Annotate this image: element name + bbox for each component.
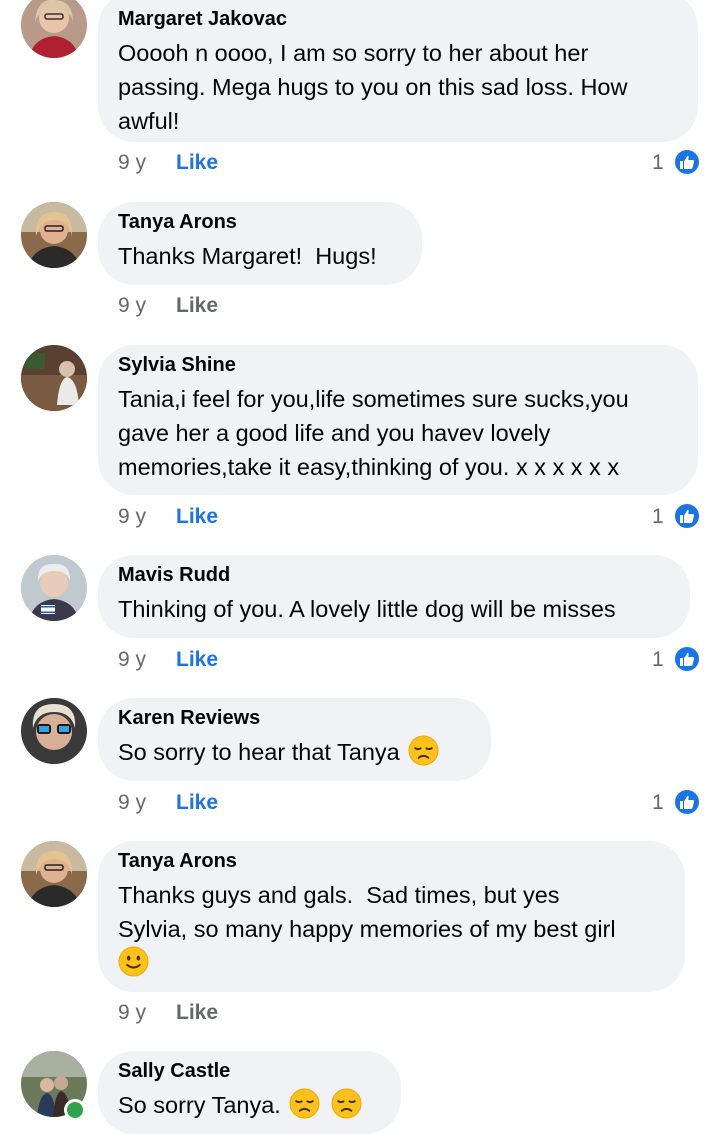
avatar[interactable] [21,0,87,58]
online-status-dot [64,1099,86,1121]
comment-text: So sorry Tanya. [118,1088,379,1122]
disappointed-face-icon [331,1088,362,1119]
comment-author[interactable]: Sylvia Shine [118,354,676,376]
reaction-count[interactable]: 1 [652,648,664,672]
avatar[interactable] [21,698,87,764]
reaction-count[interactable]: 1 [652,791,664,815]
reaction-count[interactable]: 1 [652,505,664,529]
comment-author[interactable]: Mavis Rudd [118,564,668,586]
thumbs-up-icon[interactable] [673,148,701,176]
comment-meta: 9 y Like [118,505,218,529]
comment-meta: 9 y Like [118,1001,218,1025]
comment-text: Thinking of you. A lovely little dog wil… [118,596,616,622]
comment-age[interactable]: 9 y [118,294,176,318]
comment-author[interactable]: Margaret Jakovac [118,8,676,30]
comment-age[interactable]: 9 y [118,1001,176,1025]
comment-meta: 9 y Like [118,151,218,175]
slightly-smiling-face-icon [118,946,149,977]
thumbs-up-icon[interactable] [673,645,701,673]
like-button[interactable]: Like [176,505,218,529]
avatar[interactable] [21,555,87,621]
comment-text: Ooooh n oooo, I am so sorry to her about… [118,40,628,134]
comment-meta: 9 y Like [118,294,218,318]
thumbs-up-icon[interactable] [673,502,701,530]
comment-text: Tania,i feel for you,life sometimes sure… [118,386,629,480]
reaction-count[interactable]: 1 [652,151,664,175]
comment-age[interactable]: 9 y [118,505,176,529]
comment-bubble: Tanya Arons Thanks guys and gals. Sad ti… [98,841,685,992]
like-button[interactable]: Like [176,791,218,815]
comment-author[interactable]: Karen Reviews [118,707,469,729]
avatar[interactable] [21,841,87,907]
disappointed-face-icon [408,735,439,766]
like-button[interactable]: Like [176,648,218,672]
like-button[interactable]: Like [176,151,218,175]
comment-bubble: Karen Reviews So sorry to hear that Tany… [98,698,491,781]
comment-meta: 9 y Like [118,648,218,672]
comment-author[interactable]: Tanya Arons [118,850,663,872]
like-button[interactable]: Like [176,1001,218,1025]
thumbs-up-icon[interactable] [673,788,701,816]
comment-text: Thanks Margaret! Hugs! [118,243,377,269]
comment-text: So sorry to hear that Tanya [118,735,469,769]
avatar[interactable] [21,202,87,268]
avatar[interactable] [21,345,87,411]
comment-bubble: Sylvia Shine Tania,i feel for you,life s… [98,345,698,495]
like-button[interactable]: Like [176,294,218,318]
comment-text: Thanks guys and gals. Sad times, but yes… [118,878,663,980]
comment-meta: 9 y Like [118,791,218,815]
comment-bubble: Tanya Arons Thanks Margaret! Hugs! [98,202,422,285]
comment-bubble: Margaret Jakovac Ooooh n oooo, I am so s… [98,0,698,142]
comment-author[interactable]: Tanya Arons [118,211,400,233]
comment-age[interactable]: 9 y [118,648,176,672]
comment-age[interactable]: 9 y [118,791,176,815]
comment-age[interactable]: 9 y [118,151,176,175]
comment-bubble: Mavis Rudd Thinking of you. A lovely lit… [98,555,690,638]
comment-bubble: Sally Castle So sorry Tanya. [98,1051,401,1134]
comment-author[interactable]: Sally Castle [118,1060,379,1082]
disappointed-face-icon [289,1088,320,1119]
